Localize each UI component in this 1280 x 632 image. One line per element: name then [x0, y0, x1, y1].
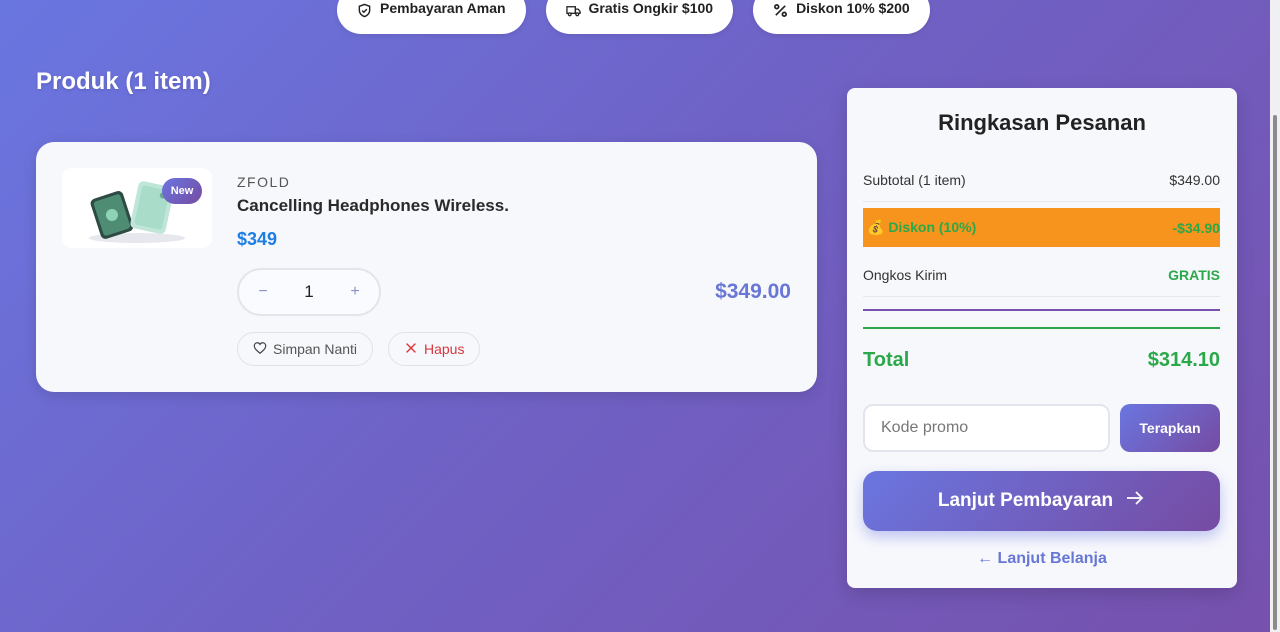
increase-quantity-button[interactable]: +: [345, 283, 365, 301]
product-unit-price: $349: [237, 229, 278, 249]
decrease-quantity-button[interactable]: −: [253, 283, 273, 301]
order-summary-panel: Ringkasan Pesanan Subtotal (1 item) $349…: [847, 88, 1237, 588]
subtotal-label: Subtotal (1 item): [863, 172, 966, 188]
badge-label: Gratis Ongkir $100: [588, 0, 714, 16]
checkout-button[interactable]: Lanjut Pembayaran: [863, 471, 1220, 531]
save-for-later-button[interactable]: Simpan Nanti: [237, 332, 374, 366]
quantity-stepper: − 1 +: [237, 268, 381, 316]
products-heading: Produk (1 item): [36, 68, 211, 95]
shield-icon: [357, 0, 372, 21]
new-badge: New: [162, 178, 202, 204]
shipping-row: Ongkos Kirim GRATIS: [863, 267, 1220, 297]
total-value: $314.10: [1147, 349, 1220, 371]
truck-icon: [565, 0, 581, 21]
save-for-later-label: Simpan Nanti: [273, 341, 358, 357]
arrow-right-icon: [1125, 488, 1145, 514]
shipping-value: GRATIS: [1168, 267, 1220, 283]
total-row: Total $314.10: [863, 349, 1220, 372]
feature-badges: Pembayaran Aman Gratis Ongkir $100 Disko…: [337, 0, 930, 34]
cart-item-card: New ZFOLD Cancelling Headphones Wireless…: [36, 142, 817, 392]
badge-label: Pembayaran Aman: [380, 0, 506, 16]
heart-icon: [253, 341, 267, 358]
shipping-label: Ongkos Kirim: [863, 267, 948, 283]
continue-shopping-link[interactable]: ← Lanjut Belanja: [847, 550, 1237, 568]
badge-secure-payment: Pembayaran Aman: [337, 0, 526, 34]
product-name[interactable]: Cancelling Headphones Wireless.: [237, 196, 509, 216]
discount-value: -$34.90: [1172, 219, 1220, 236]
scrollbar-thumb[interactable]: [1273, 115, 1277, 630]
order-summary-title: Ringkasan Pesanan: [938, 110, 1146, 135]
item-line-total: $349.00: [715, 280, 791, 303]
remove-item-button[interactable]: Hapus: [388, 332, 481, 366]
subtotal-row: Subtotal (1 item) $349.00: [863, 172, 1220, 202]
remove-item-label: Hapus: [424, 341, 465, 357]
apply-promo-button[interactable]: Terapkan: [1120, 404, 1220, 452]
quantity-value[interactable]: 1: [304, 282, 313, 302]
summary-divider-total: [863, 327, 1220, 329]
page-scrollbar[interactable]: [1270, 0, 1280, 632]
badge-discount: Diskon 10% $200: [753, 0, 930, 34]
percent-icon: [773, 0, 788, 21]
close-icon: [404, 341, 418, 358]
badge-label: Diskon 10% $200: [796, 0, 910, 16]
discount-row: 💰 Diskon (10%) -$34.90: [863, 208, 1220, 247]
discount-label: 💰 Diskon (10%): [867, 219, 977, 235]
total-label: Total: [863, 349, 910, 371]
product-brand: ZFOLD: [237, 174, 291, 190]
summary-divider: [863, 309, 1220, 311]
promo-code-input[interactable]: [863, 404, 1110, 452]
badge-free-shipping: Gratis Ongkir $100: [545, 0, 734, 34]
subtotal-value: $349.00: [1169, 172, 1220, 188]
checkout-label: Lanjut Pembayaran: [937, 490, 1114, 511]
